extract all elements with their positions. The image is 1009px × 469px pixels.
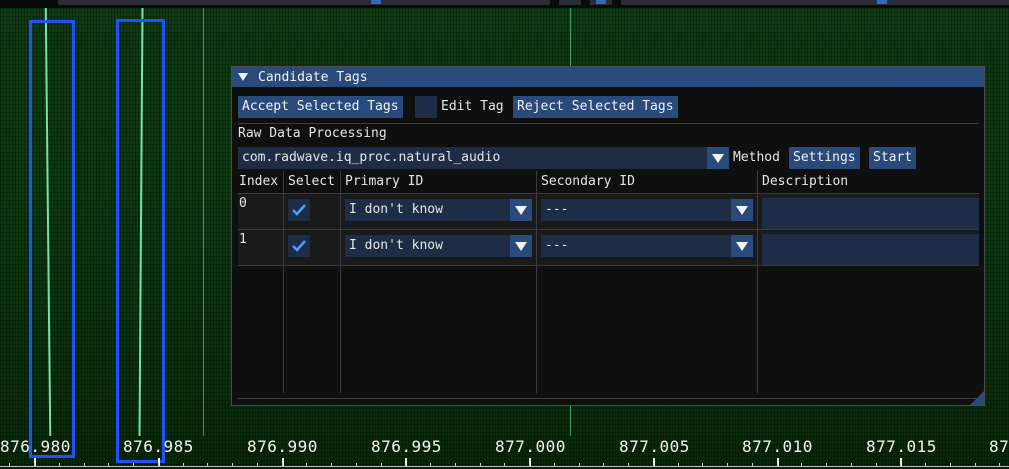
chevron-down-icon[interactable] <box>707 147 729 169</box>
method-combo[interactable]: com.radwave.iq_proc.natural_audio <box>238 147 729 169</box>
column-divider[interactable] <box>536 171 537 393</box>
header-select[interactable]: Select <box>288 174 335 189</box>
chevron-down-icon[interactable] <box>510 199 532 221</box>
row-divider <box>238 265 979 266</box>
frequency-label: 877.015 <box>866 437 937 456</box>
secondary-id-value: --- <box>545 202 569 217</box>
column-divider[interactable] <box>757 171 758 393</box>
edit-tag-label: Edit Tag <box>441 99 504 114</box>
primary-id-value: I don't know <box>349 238 443 253</box>
row-index: 0 <box>239 196 247 211</box>
checkmark-icon <box>292 240 306 252</box>
frequency-label: 877.010 <box>742 437 813 456</box>
column-divider[interactable] <box>340 171 341 393</box>
primary-id-value: I don't know <box>349 202 443 217</box>
secondary-id-combo[interactable]: --- <box>541 199 753 221</box>
frequency-label: 877.000 <box>495 437 566 456</box>
top-slider-left[interactable] <box>58 0 550 5</box>
primary-id-combo[interactable]: I don't know <box>345 235 532 257</box>
start-button[interactable]: Start <box>869 147 917 169</box>
header-secondary-id[interactable]: Secondary ID <box>541 174 635 189</box>
frequency-label: 877.005 <box>619 437 690 456</box>
header-primary-id[interactable]: Primary ID <box>345 174 423 189</box>
resize-grip-icon[interactable] <box>970 391 984 405</box>
row-select-checkbox[interactable] <box>288 235 310 257</box>
candidate-tags-window[interactable]: Candidate Tags Accept Selected Tags Edit… <box>231 66 985 406</box>
frequency-label: 87 <box>989 437 1009 456</box>
chevron-down-icon[interactable] <box>731 235 753 257</box>
top-slider-right-handle[interactable] <box>877 0 887 4</box>
description-input[interactable] <box>762 234 979 266</box>
top-slider-right[interactable] <box>621 0 1009 5</box>
raw-data-processing-label: Raw Data Processing <box>238 126 387 141</box>
secondary-id-combo[interactable]: --- <box>541 235 753 257</box>
frequency-axis: 876.980 876.985 876.990 876.995 877.000 … <box>0 436 1009 469</box>
method-value: com.radwave.iq_proc.natural_audio <box>242 150 501 165</box>
tag-selection-box[interactable] <box>116 19 165 463</box>
top-button-b-marker <box>596 0 606 4</box>
top-slider-left-handle[interactable] <box>371 0 381 4</box>
table-bottom-border <box>238 398 979 399</box>
chevron-down-icon[interactable] <box>731 199 753 221</box>
accept-selected-tags-button[interactable]: Accept Selected Tags <box>238 96 403 118</box>
axis-line <box>0 466 1009 467</box>
reject-selected-tags-button[interactable]: Reject Selected Tags <box>513 96 678 118</box>
row-select-checkbox[interactable] <box>288 199 310 221</box>
signal-trace <box>203 8 204 436</box>
tag-selection-box[interactable] <box>29 20 75 458</box>
header-index[interactable]: Index <box>239 174 278 189</box>
frequency-label: 876.995 <box>371 437 442 456</box>
candidate-tags-table[interactable]: Index Select Primary ID Secondary ID Des… <box>238 171 979 393</box>
checkmark-icon <box>292 204 306 216</box>
method-label: Method <box>733 150 780 165</box>
settings-button[interactable]: Settings <box>789 147 860 169</box>
row-index: 1 <box>239 232 247 247</box>
window-title: Candidate Tags <box>258 69 368 85</box>
frequency-label: 876.980 <box>0 437 71 456</box>
frequency-label: 876.985 <box>123 437 194 456</box>
separator <box>238 123 979 124</box>
primary-id-combo[interactable]: I don't know <box>345 199 532 221</box>
header-description[interactable]: Description <box>762 174 848 189</box>
edit-tag-checkbox[interactable] <box>415 96 437 118</box>
description-input[interactable] <box>762 198 979 230</box>
triangle-down-icon[interactable] <box>238 72 248 82</box>
window-titlebar[interactable]: Candidate Tags <box>232 67 984 87</box>
secondary-id-value: --- <box>545 238 569 253</box>
top-button-a[interactable] <box>559 0 581 5</box>
chevron-down-icon[interactable] <box>510 235 532 257</box>
top-toolbar <box>0 0 1009 8</box>
frequency-label: 876.990 <box>247 437 318 456</box>
column-divider[interactable] <box>283 171 284 393</box>
